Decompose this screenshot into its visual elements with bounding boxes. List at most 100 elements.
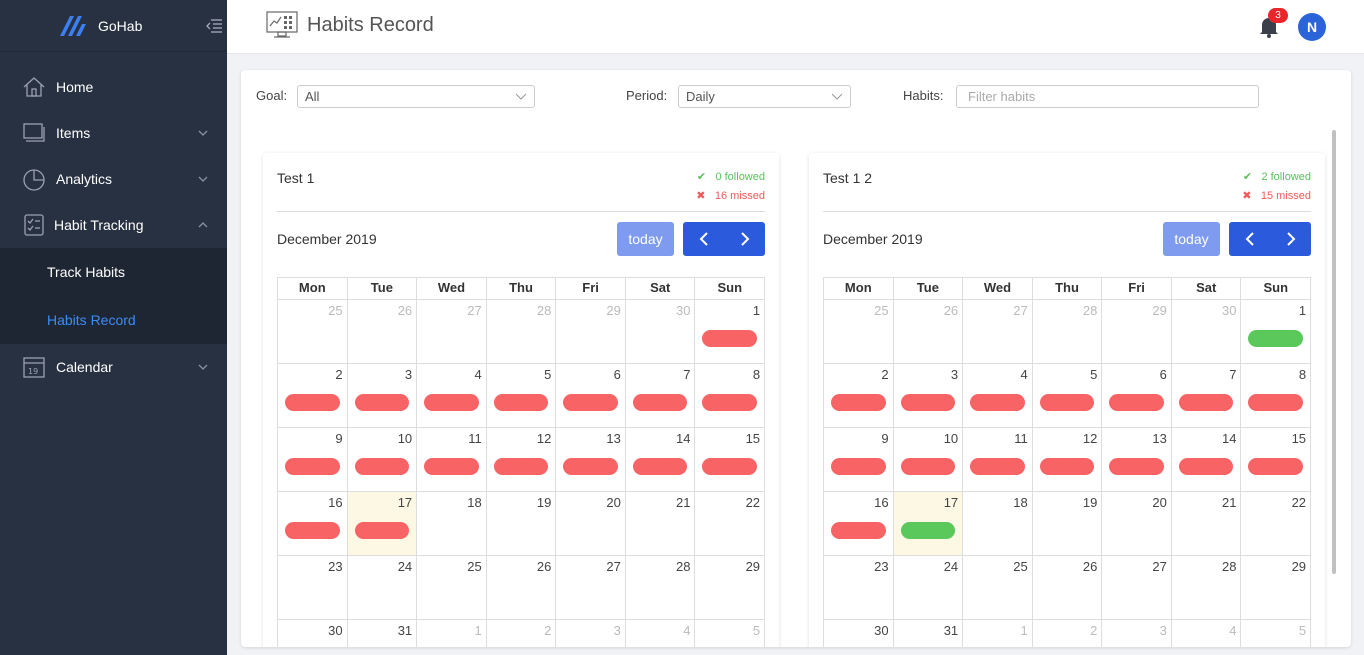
calendar-day-cell[interactable]: 29 bbox=[1241, 556, 1312, 619]
avatar[interactable]: N bbox=[1298, 13, 1326, 41]
calendar-day-cell[interactable]: 3 bbox=[348, 364, 418, 427]
calendar-day-cell[interactable]: 2 bbox=[278, 364, 348, 427]
calendar-day-cell[interactable]: 21 bbox=[1172, 492, 1242, 555]
missed-event[interactable] bbox=[424, 394, 479, 411]
prev-month-button[interactable] bbox=[1229, 222, 1270, 256]
habits-filter-input[interactable] bbox=[956, 85, 1259, 108]
period-select[interactable]: Daily bbox=[678, 85, 851, 108]
calendar-day-cell[interactable]: 4 bbox=[626, 620, 696, 647]
calendar-day-cell[interactable]: 16 bbox=[824, 492, 894, 555]
sidebar-item-habits-record[interactable]: Habits Record bbox=[0, 296, 227, 344]
missed-event[interactable] bbox=[493, 394, 549, 411]
calendar-day-cell[interactable]: 21 bbox=[626, 492, 696, 555]
missed-event[interactable] bbox=[970, 458, 1025, 475]
missed-event[interactable] bbox=[354, 394, 410, 411]
calendar-day-cell[interactable]: 8 bbox=[695, 364, 766, 427]
today-button[interactable]: today bbox=[1163, 222, 1220, 256]
calendar-day-cell[interactable]: 5 bbox=[1033, 364, 1103, 427]
calendar-day-cell[interactable]: 2 bbox=[487, 620, 557, 647]
calendar-day-cell[interactable]: 3 bbox=[556, 620, 626, 647]
calendar-day-cell[interactable]: 30 bbox=[824, 620, 894, 647]
missed-event[interactable] bbox=[900, 458, 956, 475]
calendar-day-cell[interactable]: 27 bbox=[963, 300, 1033, 363]
calendar-day-cell[interactable]: 30 bbox=[626, 300, 696, 363]
calendar-day-cell[interactable]: 1 bbox=[695, 300, 766, 363]
calendar-day-cell[interactable]: 31 bbox=[348, 620, 418, 647]
calendar-day-cell[interactable]: 24 bbox=[348, 556, 418, 619]
calendar-day-cell[interactable]: 1 bbox=[1241, 300, 1312, 363]
calendar-day-cell[interactable]: 4 bbox=[417, 364, 487, 427]
missed-event[interactable] bbox=[1109, 394, 1164, 411]
goal-select[interactable]: All bbox=[297, 85, 535, 108]
missed-event[interactable] bbox=[563, 458, 618, 475]
followed-event[interactable] bbox=[1248, 330, 1304, 347]
calendar-day-cell[interactable]: 15 bbox=[1241, 428, 1312, 491]
calendar-day-cell[interactable]: 30 bbox=[1172, 300, 1242, 363]
sidebar-item-track-habits[interactable]: Track Habits bbox=[0, 248, 227, 296]
calendar-day-cell[interactable]: 28 bbox=[1033, 300, 1103, 363]
calendar-day-cell[interactable]: 26 bbox=[487, 556, 557, 619]
calendar-day-cell[interactable]: 9 bbox=[278, 428, 348, 491]
calendar-day-cell[interactable]: 28 bbox=[1172, 556, 1242, 619]
calendar-day-cell[interactable]: 14 bbox=[626, 428, 696, 491]
missed-event[interactable] bbox=[1178, 458, 1234, 475]
missed-event[interactable] bbox=[1039, 458, 1095, 475]
calendar-day-cell[interactable]: 5 bbox=[487, 364, 557, 427]
missed-event[interactable] bbox=[285, 522, 340, 539]
calendar-day-cell[interactable]: 25 bbox=[417, 556, 487, 619]
calendar-day-cell[interactable]: 22 bbox=[1241, 492, 1312, 555]
scrollbar[interactable] bbox=[1332, 130, 1336, 574]
calendar-day-cell[interactable]: 6 bbox=[556, 364, 626, 427]
missed-event[interactable] bbox=[831, 522, 886, 539]
calendar-day-cell[interactable]: 3 bbox=[1102, 620, 1172, 647]
missed-event[interactable] bbox=[354, 522, 410, 539]
calendar-day-cell[interactable]: 23 bbox=[278, 556, 348, 619]
calendar-day-cell[interactable]: 19 bbox=[487, 492, 557, 555]
missed-event[interactable] bbox=[285, 394, 340, 411]
calendar-day-cell[interactable]: 17 bbox=[347, 492, 418, 555]
today-button[interactable]: today bbox=[617, 222, 674, 256]
missed-event[interactable] bbox=[900, 394, 956, 411]
calendar-day-cell[interactable]: 1 bbox=[963, 620, 1033, 647]
missed-event[interactable] bbox=[702, 330, 758, 347]
calendar-day-cell[interactable]: 6 bbox=[1102, 364, 1172, 427]
calendar-day-cell[interactable]: 28 bbox=[626, 556, 696, 619]
missed-event[interactable] bbox=[493, 458, 549, 475]
calendar-day-cell[interactable]: 4 bbox=[1172, 620, 1242, 647]
calendar-day-cell[interactable]: 27 bbox=[417, 300, 487, 363]
calendar-day-cell[interactable]: 25 bbox=[963, 556, 1033, 619]
missed-event[interactable] bbox=[354, 458, 410, 475]
calendar-day-cell[interactable]: 8 bbox=[1241, 364, 1312, 427]
calendar-day-cell[interactable]: 14 bbox=[1172, 428, 1242, 491]
missed-event[interactable] bbox=[563, 394, 618, 411]
missed-event[interactable] bbox=[1109, 458, 1164, 475]
followed-event[interactable] bbox=[900, 522, 956, 539]
missed-event[interactable] bbox=[1248, 458, 1304, 475]
calendar-day-cell[interactable]: 26 bbox=[894, 300, 964, 363]
calendar-day-cell[interactable]: 29 bbox=[1102, 300, 1172, 363]
calendar-day-cell[interactable]: 12 bbox=[1033, 428, 1103, 491]
calendar-day-cell[interactable]: 15 bbox=[695, 428, 766, 491]
calendar-day-cell[interactable]: 29 bbox=[556, 300, 626, 363]
sidebar-item-home[interactable]: Home bbox=[0, 64, 227, 110]
calendar-day-cell[interactable]: 19 bbox=[1033, 492, 1103, 555]
calendar-day-cell[interactable]: 31 bbox=[894, 620, 964, 647]
calendar-day-cell[interactable]: 10 bbox=[348, 428, 418, 491]
calendar-day-cell[interactable]: 30 bbox=[278, 620, 348, 647]
prev-month-button[interactable] bbox=[683, 222, 724, 256]
calendar-day-cell[interactable]: 2 bbox=[824, 364, 894, 427]
missed-event[interactable] bbox=[1178, 394, 1234, 411]
calendar-day-cell[interactable]: 5 bbox=[1241, 620, 1312, 647]
calendar-day-cell[interactable]: 10 bbox=[894, 428, 964, 491]
calendar-day-cell[interactable]: 25 bbox=[824, 300, 894, 363]
missed-event[interactable] bbox=[702, 458, 758, 475]
calendar-day-cell[interactable]: 3 bbox=[894, 364, 964, 427]
calendar-day-cell[interactable]: 26 bbox=[348, 300, 418, 363]
calendar-day-cell[interactable]: 20 bbox=[1102, 492, 1172, 555]
calendar-day-cell[interactable]: 16 bbox=[278, 492, 348, 555]
missed-event[interactable] bbox=[970, 394, 1025, 411]
calendar-day-cell[interactable]: 23 bbox=[824, 556, 894, 619]
missed-event[interactable] bbox=[831, 394, 886, 411]
calendar-day-cell[interactable]: 24 bbox=[894, 556, 964, 619]
calendar-day-cell[interactable]: 12 bbox=[487, 428, 557, 491]
